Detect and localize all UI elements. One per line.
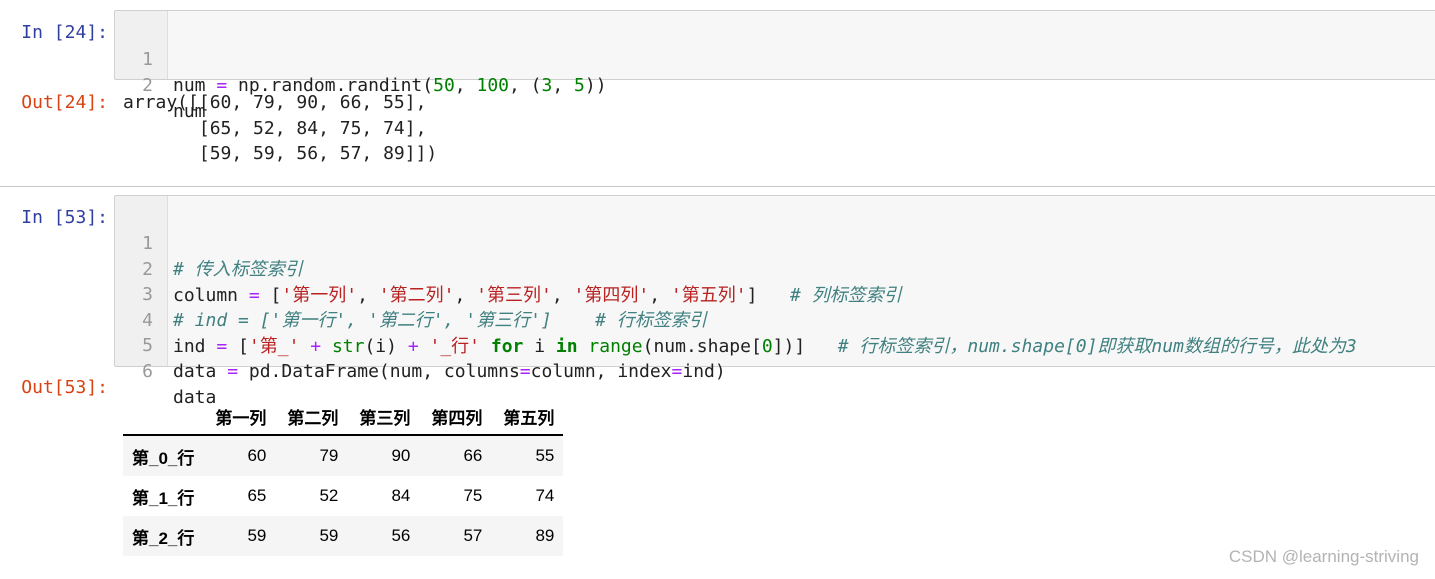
- table-cell: 66: [463, 446, 483, 465]
- table-cell: 59: [319, 526, 339, 545]
- table-cell: 75: [463, 486, 483, 505]
- code-line-4: 4 ind = ['第_' + str(i) + '_行' for i in r…: [115, 282, 1357, 357]
- index-header: [123, 398, 204, 436]
- table-cell: 52: [319, 486, 339, 505]
- input-prompt-53: In [53]:: [21, 207, 108, 228]
- code-line-5: 5 data = pd.DataFrame(num, columns=colum…: [115, 307, 726, 382]
- code-cell-24[interactable]: 1 num = np.random.randint(50, 100, (3, 5…: [114, 10, 1435, 122]
- code-line-2: 2 column = ['第一列', '第二列', '第三列', '第四列', …: [115, 231, 901, 306]
- column-header: 第三列: [347, 398, 420, 436]
- table-cell: 89: [535, 526, 555, 545]
- column-header: 第二列: [275, 398, 348, 436]
- code-line-1: 1 # 传入标签索引: [115, 205, 303, 280]
- csdn-watermark: CSDN @learning-striving: [1228, 547, 1419, 566]
- table-cell: 65: [247, 486, 267, 505]
- code-comment: # ind = ['第一行', '第二行', '第三行'] # 行标签索引: [173, 310, 707, 331]
- column-header: 第四列: [419, 398, 492, 436]
- code-text: column = ['第一列', '第二列', '第三列', '第四列', '第…: [173, 284, 902, 306]
- code-line-2: 2 num: [115, 47, 205, 122]
- table-cell: 60: [247, 446, 267, 465]
- code-text: ind = ['第_' + str(i) + '_行' for i in ran…: [173, 335, 1357, 357]
- row-index: 第_2_行: [132, 528, 195, 548]
- code-cell-53[interactable]: 1 # 传入标签索引 2 column = ['第一列', '第二列', '第三…: [114, 195, 1435, 408]
- cell-divider: [0, 186, 1435, 187]
- code-text: data = pd.DataFrame(num, columns=column,…: [173, 361, 726, 382]
- dataframe-table: 第一列 第二列 第三列 第四列 第五列 第_0_行 60 79 90 66 55…: [123, 398, 564, 556]
- input-prompt-24: In [24]:: [21, 22, 108, 43]
- code-line-3: 3 # ind = ['第一行', '第二行', '第三行'] # 行标签索引: [115, 256, 707, 331]
- code-comment: # 传入标签索引: [173, 259, 303, 280]
- column-header: 第五列: [491, 398, 564, 436]
- code-line-6: 6 data: [115, 333, 216, 408]
- table-cell: 79: [319, 446, 339, 465]
- output-prompt-24: Out[24]:: [21, 92, 108, 113]
- array-output: array([[60, 79, 90, 66, 55], [65, 52, 84…: [123, 92, 438, 164]
- line-number: 6: [142, 360, 153, 382]
- output-prompt-53: Out[53]:: [21, 377, 108, 398]
- table-header-row: 第一列 第二列 第三列 第四列 第五列: [123, 398, 564, 436]
- table-cell: 84: [391, 486, 411, 505]
- row-index: 第_1_行: [132, 488, 195, 508]
- table-row: 第_2_行 59 59 56 57 89: [123, 516, 564, 556]
- code-line-1: 1 num = np.random.randint(50, 100, (3, 5…: [115, 21, 606, 96]
- row-index: 第_0_行: [132, 448, 195, 468]
- table-cell: 59: [247, 526, 267, 545]
- table-cell: 57: [463, 526, 483, 545]
- table-row: 第_1_行 65 52 84 75 74: [123, 476, 563, 516]
- table-cell: 90: [391, 446, 411, 465]
- table-row: 第_0_行 60 79 90 66 55: [123, 435, 564, 476]
- column-header: 第一列: [203, 398, 276, 436]
- table-cell: 56: [391, 526, 411, 545]
- table-cell: 55: [535, 446, 555, 465]
- table-cell: 74: [535, 486, 555, 505]
